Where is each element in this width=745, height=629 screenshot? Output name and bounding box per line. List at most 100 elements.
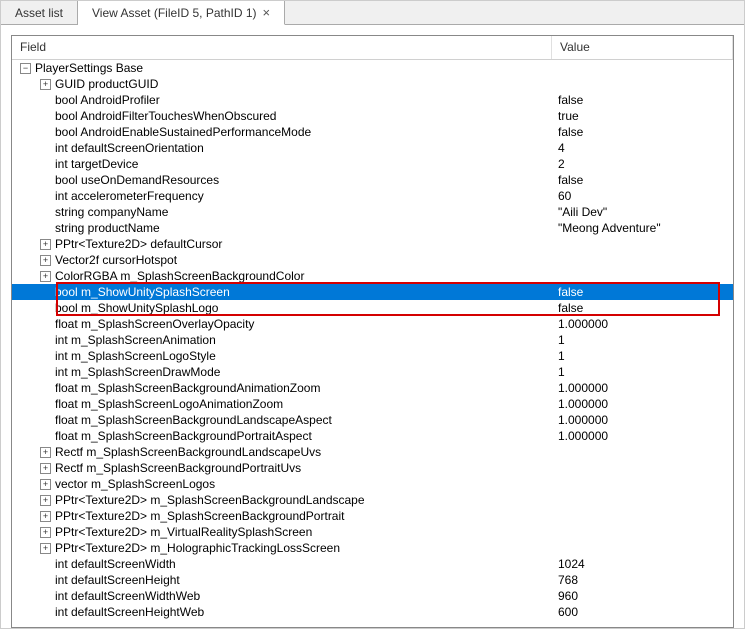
table-row[interactable]: +PPtr<Texture2D> m_HolographicTrackingLo…	[12, 540, 733, 556]
field-value: true	[552, 108, 733, 124]
table-row[interactable]: bool AndroidFilterTouchesWhenObscured tru…	[12, 108, 733, 124]
field-name: PPtr<Texture2D> m_SplashScreenBackground…	[55, 492, 365, 508]
field-value	[552, 268, 733, 284]
tab-view-asset[interactable]: View Asset (FileID 5, PathID 1) ×	[78, 1, 285, 25]
field-name: int m_SplashScreenAnimation	[55, 332, 216, 348]
expand-icon[interactable]: +	[40, 447, 51, 458]
table-row[interactable]: −PlayerSettings Base	[12, 60, 733, 76]
field-value	[552, 508, 733, 524]
table-row[interactable]: bool AndroidEnableSustainedPerformanceMo…	[12, 124, 733, 140]
table-row[interactable]: bool AndroidProfiler false	[12, 92, 733, 108]
field-name: int accelerometerFrequency	[55, 188, 204, 204]
expand-icon[interactable]: +	[40, 271, 51, 282]
table-row[interactable]: int defaultScreenOrientation 4	[12, 140, 733, 156]
field-value: 600	[552, 604, 733, 620]
table-row[interactable]: bool useOnDemandResourcesfalse	[12, 172, 733, 188]
field-value: "Meong Adventure"	[552, 220, 733, 236]
table-row[interactable]: +Rectf m_SplashScreenBackgroundLandscape…	[12, 444, 733, 460]
field-value: "Aili Dev"	[552, 204, 733, 220]
expand-icon[interactable]: +	[40, 479, 51, 490]
field-value: false	[552, 172, 733, 188]
tab-label: View Asset (FileID 5, PathID 1)	[92, 6, 257, 20]
table-row[interactable]: + Vector2f cursorHotspot	[12, 252, 733, 268]
field-name: bool m_ShowUnitySplashLogo	[55, 300, 218, 316]
expand-icon[interactable]: +	[40, 543, 51, 554]
expand-icon[interactable]: +	[40, 527, 51, 538]
field-name: float m_SplashScreenOverlayOpacity	[55, 316, 254, 332]
table-row[interactable]: + ColorRGBA m_SplashScreenBackgroundColor	[12, 268, 733, 284]
content-area: Field Value −PlayerSettings Base+GUID pr…	[1, 25, 744, 628]
table-row[interactable]: float m_SplashScreenBackgroundPortraitAs…	[12, 428, 733, 444]
field-name: ColorRGBA m_SplashScreenBackgroundColor	[55, 268, 304, 284]
column-header-field[interactable]: Field	[12, 36, 552, 59]
expand-icon[interactable]: +	[40, 463, 51, 474]
tab-label: Asset list	[15, 6, 63, 20]
close-icon[interactable]: ×	[263, 6, 271, 19]
field-name: PPtr<Texture2D> m_SplashScreenBackground…	[55, 508, 344, 524]
table-row[interactable]: int targetDevice2	[12, 156, 733, 172]
grid-rows[interactable]: −PlayerSettings Base+GUID productGUIDboo…	[12, 60, 733, 627]
field-value: 1	[552, 348, 733, 364]
field-name: float m_SplashScreenLogoAnimationZoom	[55, 396, 283, 412]
table-row[interactable]: string productName "Meong Adventure"	[12, 220, 733, 236]
table-row[interactable]: +Rectf m_SplashScreenBackgroundPortraitU…	[12, 460, 733, 476]
field-name: int m_SplashScreenDrawMode	[55, 364, 220, 380]
table-row[interactable]: float m_SplashScreenBackgroundLandscapeA…	[12, 412, 733, 428]
field-value: 1.000000	[552, 428, 733, 444]
field-value	[552, 252, 733, 268]
field-name: string productName	[55, 220, 160, 236]
expand-icon[interactable]: +	[40, 495, 51, 506]
field-name: Vector2f cursorHotspot	[55, 252, 177, 268]
field-value	[552, 60, 733, 76]
table-row[interactable]: int defaultScreenHeightWeb600	[12, 604, 733, 620]
field-value: 768	[552, 572, 733, 588]
field-value	[552, 524, 733, 540]
table-row[interactable]: int m_SplashScreenDrawMode1	[12, 364, 733, 380]
table-row[interactable]: bool m_ShowUnitySplashLogo false	[12, 300, 733, 316]
tab-asset-list[interactable]: Asset list	[1, 1, 78, 24]
field-value: 4	[552, 140, 733, 156]
table-row[interactable]: string companyName"Aili Dev"	[12, 204, 733, 220]
field-name: bool AndroidFilterTouchesWhenObscured	[55, 108, 276, 124]
expand-icon[interactable]: +	[40, 239, 51, 250]
table-row[interactable]: +GUID productGUID	[12, 76, 733, 92]
table-row[interactable]: + PPtr<Texture2D> m_SplashScreenBackgroun…	[12, 492, 733, 508]
table-row[interactable]: int defaultScreenWidth1024	[12, 556, 733, 572]
field-name: int defaultScreenOrientation	[55, 140, 204, 156]
field-value	[552, 476, 733, 492]
field-value: 1.000000	[552, 396, 733, 412]
expand-icon[interactable]: +	[40, 255, 51, 266]
expand-icon[interactable]: +	[40, 79, 51, 90]
table-row[interactable]: float m_SplashScreenLogoAnimationZoom 1.0…	[12, 396, 733, 412]
table-row[interactable]: int m_SplashScreenAnimation 1	[12, 332, 733, 348]
field-value: 1	[552, 332, 733, 348]
field-name: int defaultScreenWidthWeb	[55, 588, 200, 604]
table-row[interactable]: +PPtr<Texture2D> m_VirtualRealitySplashS…	[12, 524, 733, 540]
field-name: PlayerSettings Base	[35, 60, 143, 76]
field-value: false	[552, 300, 733, 316]
field-value: 1.000000	[552, 380, 733, 396]
field-value: false	[552, 284, 733, 300]
field-value: 1.000000	[552, 412, 733, 428]
field-value: false	[552, 124, 733, 140]
expand-icon[interactable]: +	[40, 511, 51, 522]
field-name: int defaultScreenWidth	[55, 556, 176, 572]
grid-header: Field Value	[12, 36, 733, 60]
table-row[interactable]: +PPtr<Texture2D> defaultCursor	[12, 236, 733, 252]
column-header-value[interactable]: Value	[552, 36, 733, 59]
table-row[interactable]: float m_SplashScreenBackgroundAnimationZ…	[12, 380, 733, 396]
field-value: false	[552, 92, 733, 108]
table-row[interactable]: int accelerometerFrequency60	[12, 188, 733, 204]
table-row[interactable]: +vector m_SplashScreenLogos	[12, 476, 733, 492]
table-row[interactable]: + PPtr<Texture2D> m_SplashScreenBackgroun…	[12, 508, 733, 524]
field-value: 960	[552, 588, 733, 604]
table-row[interactable]: int defaultScreenHeight768	[12, 572, 733, 588]
field-name: bool AndroidProfiler	[55, 92, 160, 108]
table-row[interactable]: float m_SplashScreenOverlayOpacity1.0000…	[12, 316, 733, 332]
field-name: float m_SplashScreenBackgroundPortraitAs…	[55, 428, 312, 444]
collapse-icon[interactable]: −	[20, 63, 31, 74]
table-row[interactable]: int m_SplashScreenLogoStyle1	[12, 348, 733, 364]
field-value	[552, 76, 733, 92]
table-row[interactable]: int defaultScreenWidthWeb 960	[12, 588, 733, 604]
table-row[interactable]: bool m_ShowUnitySplashScreenfalse	[12, 284, 733, 300]
